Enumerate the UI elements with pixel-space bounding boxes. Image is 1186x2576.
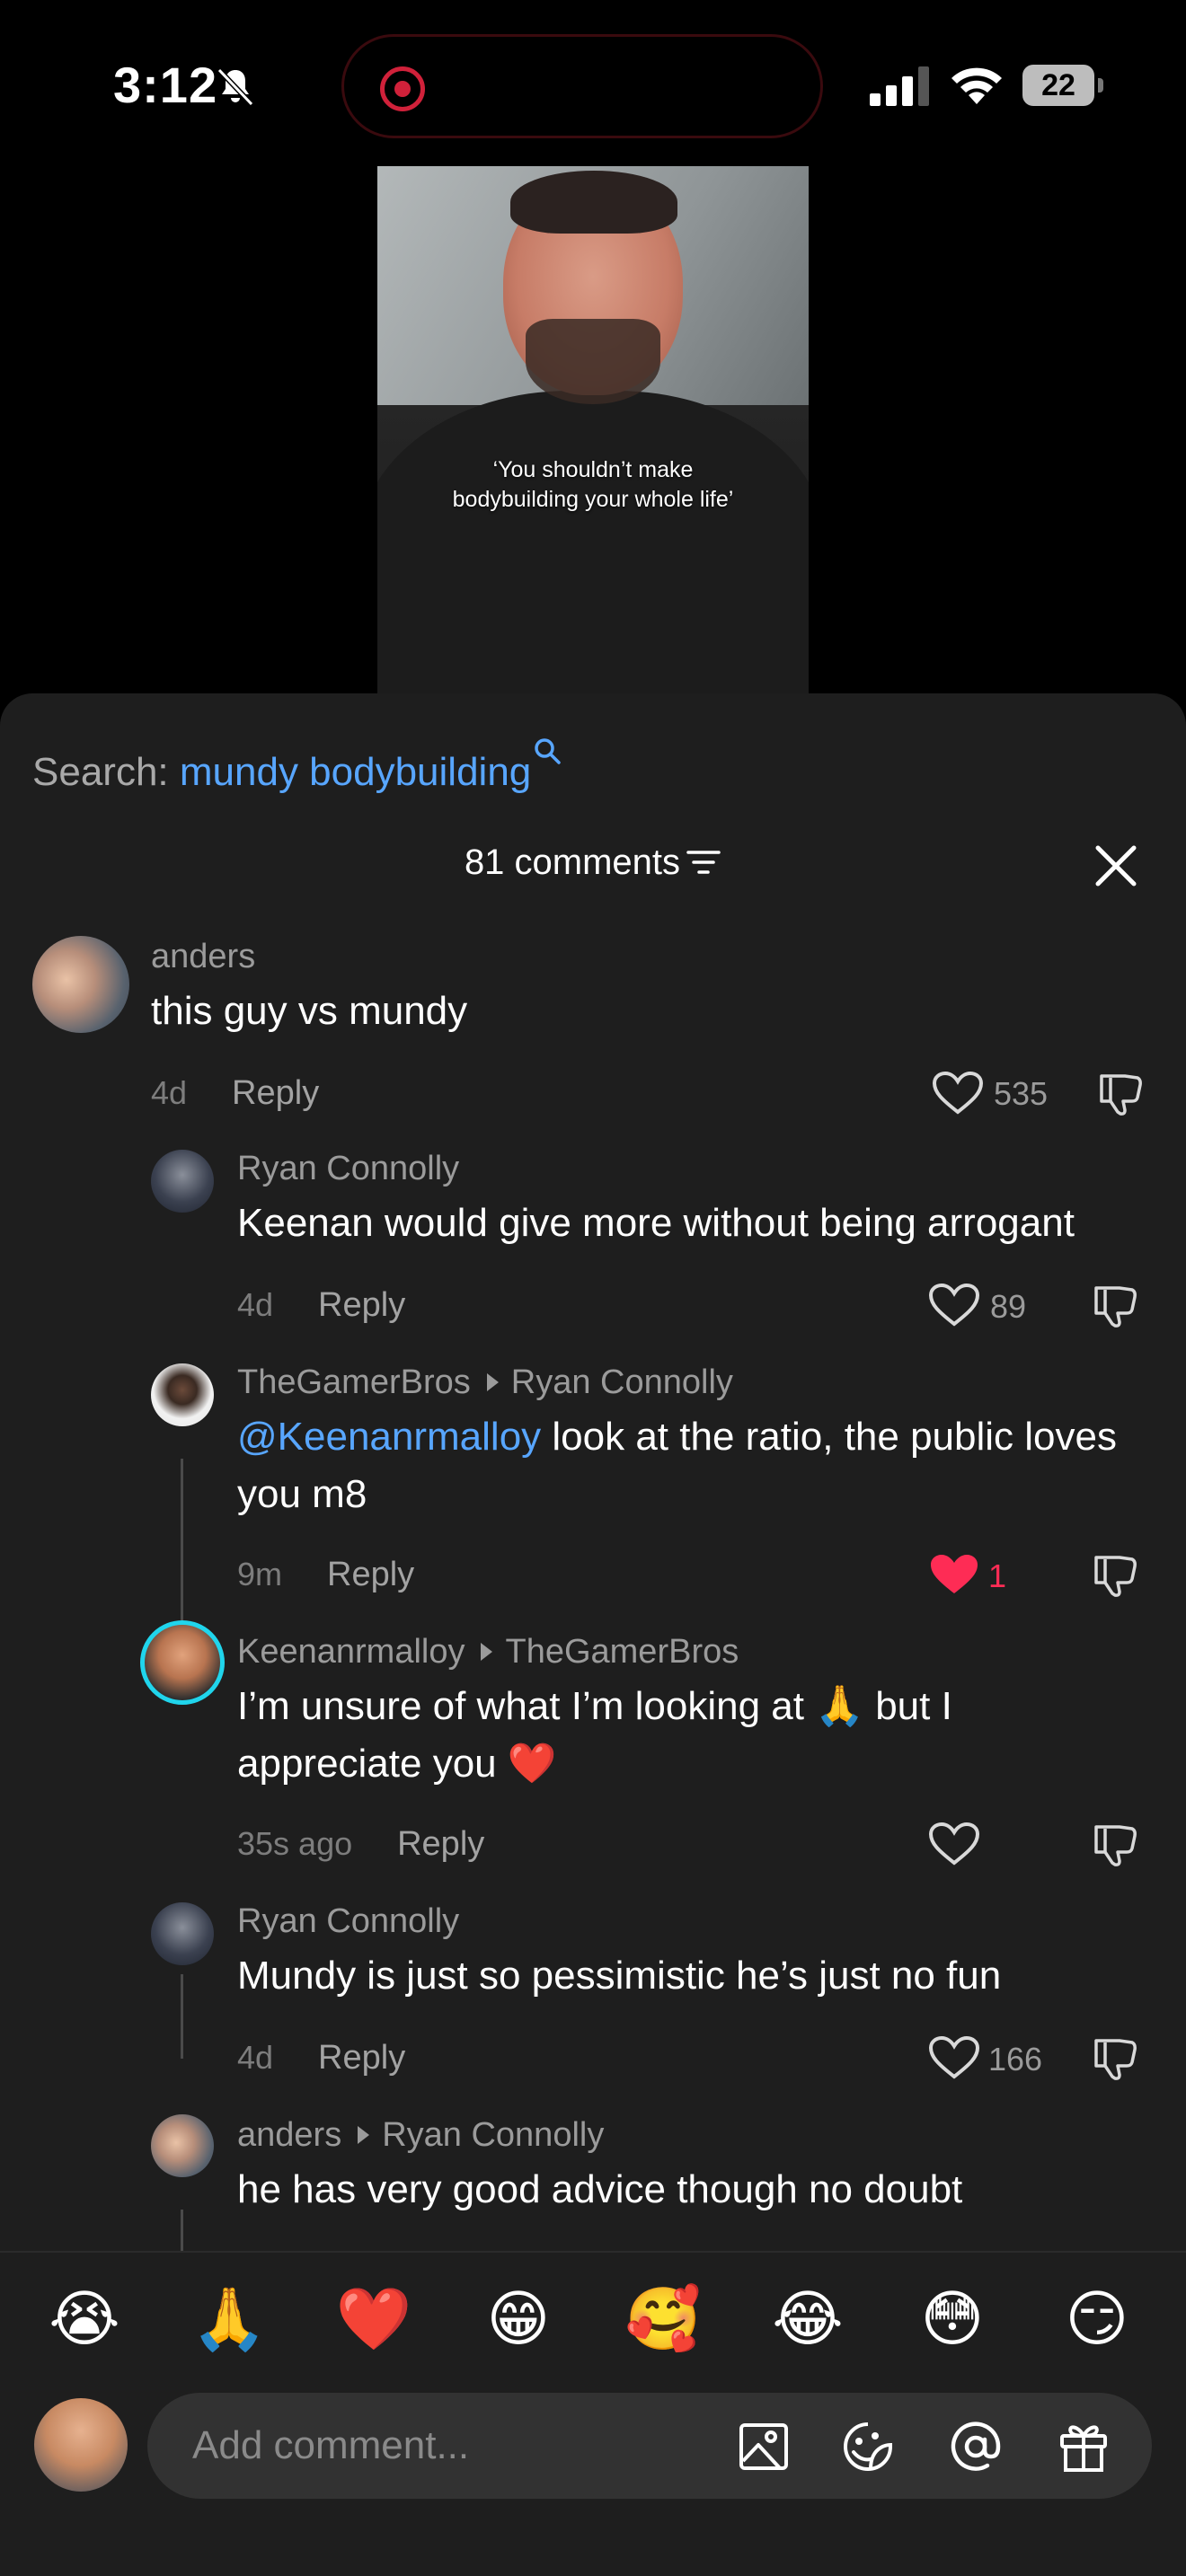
heart-icon[interactable] [927, 1552, 981, 1597]
comment-composer [0, 2386, 1186, 2576]
emoji-laugh-button[interactable]: 😂 [763, 2280, 853, 2360]
comment-input[interactable] [192, 2393, 731, 2499]
video-caption: ‘You shouldn’t make bodybuilding your wh… [452, 457, 734, 512]
heart-icon[interactable] [927, 1822, 981, 1866]
heart-icon[interactable] [931, 1071, 985, 1116]
reply-button[interactable]: Reply [318, 2039, 405, 2077]
avatar[interactable] [151, 1363, 214, 1426]
dynamic-island [341, 34, 823, 138]
status-bar: 3:12 22 [0, 0, 1186, 171]
thread-line [181, 2210, 183, 2252]
comment-text: he has very good advice though no doubt [237, 2167, 963, 2211]
comment-meta: 4d Reply [237, 2039, 405, 2078]
thread-line [181, 1459, 183, 1638]
gift-icon[interactable] [1057, 2420, 1111, 2474]
heart-icon[interactable] [927, 2035, 981, 2080]
comment-username[interactable]: Ryan Connolly [237, 1902, 459, 1941]
reply-button[interactable]: Reply [232, 1074, 319, 1112]
comment-username[interactable]: Ryan Connolly [237, 1150, 459, 1188]
heart-icon[interactable] [927, 1283, 981, 1328]
avatar[interactable] [151, 1150, 214, 1213]
like-count: 166 [988, 2041, 1043, 2078]
mention-link[interactable]: @Keenanrmalloy [237, 1415, 541, 1459]
emoji-pray-button[interactable]: 🙏 [184, 2280, 274, 2360]
emoji-crying-button[interactable]: 😭 [40, 2280, 129, 2360]
avatar[interactable] [151, 2114, 214, 2177]
comment-username[interactable]: Keenanrmalloy TheGamerBros [237, 1633, 739, 1672]
emoji-grin-button[interactable]: 😁 [474, 2280, 563, 2360]
battery-icon: 22 [1022, 65, 1103, 106]
comment-time: 9m [237, 1556, 283, 1592]
comment-username[interactable]: anders Ryan Connolly [237, 2116, 604, 2155]
bell-muted-icon [217, 67, 254, 107]
emoji: ❤️ [507, 1741, 557, 1786]
reply-to-user: Ryan Connolly [382, 2116, 605, 2154]
dislike-icon[interactable] [1093, 1283, 1139, 1329]
sticker-icon[interactable] [841, 2420, 895, 2474]
comment-username[interactable]: TheGamerBros Ryan Connolly [237, 1363, 733, 1402]
dislike-icon[interactable] [1093, 1552, 1139, 1599]
comment-text: this guy vs mundy [151, 989, 468, 1033]
battery-level: 22 [1022, 65, 1094, 106]
wifi-icon [951, 67, 1002, 104]
video-preview[interactable]: ‘You shouldn’t make bodybuilding your wh… [377, 166, 809, 696]
avatar[interactable] [32, 936, 129, 1033]
emoji-heart-button[interactable]: ❤️ [329, 2280, 419, 2360]
thread-line [181, 1974, 183, 2059]
comment-meta: 4d Reply [237, 1286, 405, 1325]
at-icon[interactable] [949, 2420, 1003, 2474]
reply-to-user: TheGamerBros [505, 1633, 739, 1671]
comment-username[interactable]: anders [151, 938, 255, 976]
emoji: 🙏 [815, 1683, 864, 1729]
like-count: 535 [994, 1075, 1049, 1112]
reply-to-user: Ryan Connolly [510, 1363, 733, 1401]
dislike-icon[interactable] [1093, 1822, 1139, 1868]
reply-button[interactable]: Reply [397, 1825, 484, 1863]
like-count: 89 [990, 1288, 1027, 1325]
dislike-icon[interactable] [1098, 1071, 1145, 1117]
comment-time: 4d [237, 1286, 274, 1323]
comment-time: 35s ago [237, 1825, 353, 1862]
record-icon [380, 66, 425, 111]
comment-time: 4d [151, 1074, 188, 1111]
comment-text: Mundy is just so pessimistic he’s just n… [237, 1954, 1002, 1998]
avatar[interactable] [140, 1620, 225, 1705]
comment-time: 4d [237, 2039, 274, 2076]
signal-icon [870, 66, 929, 106]
image-icon[interactable] [737, 2420, 791, 2474]
reply-button[interactable]: Reply [327, 1556, 414, 1593]
comment-meta: 4d Reply [151, 1074, 319, 1113]
comment-input-box[interactable] [147, 2393, 1152, 2499]
avatar[interactable] [151, 1902, 214, 1965]
comments-list[interactable]: anders this guy vs mundy 4d Reply 535 Rya… [0, 693, 1186, 2252]
like-count: 1 [988, 1557, 1007, 1594]
reply-button[interactable]: Reply [318, 1286, 405, 1324]
status-time: 3:12 [113, 57, 218, 113]
emoji-quick-bar: 😭 🙏 ❤️ 😁 🥰 😂 😳 😏 [0, 2251, 1186, 2386]
dislike-icon[interactable] [1093, 2035, 1139, 2082]
comment-text: I’m unsure of what I’m looking at 🙏 but … [237, 1683, 952, 1786]
emoji-love-button[interactable]: 🥰 [618, 2280, 708, 2360]
comment-text: Keenan would give more without being arr… [237, 1201, 1075, 1245]
emoji-smirk-button[interactable]: 😏 [1052, 2280, 1142, 2360]
my-avatar[interactable] [34, 2398, 128, 2492]
comment-meta: 35s ago Reply [237, 1825, 484, 1864]
comment-meta: 9m Reply [237, 1556, 414, 1594]
comment-text: @Keenanrmalloy look at the ratio, the pu… [237, 1415, 1117, 1516]
emoji-flushed-button[interactable]: 😳 [907, 2280, 997, 2360]
